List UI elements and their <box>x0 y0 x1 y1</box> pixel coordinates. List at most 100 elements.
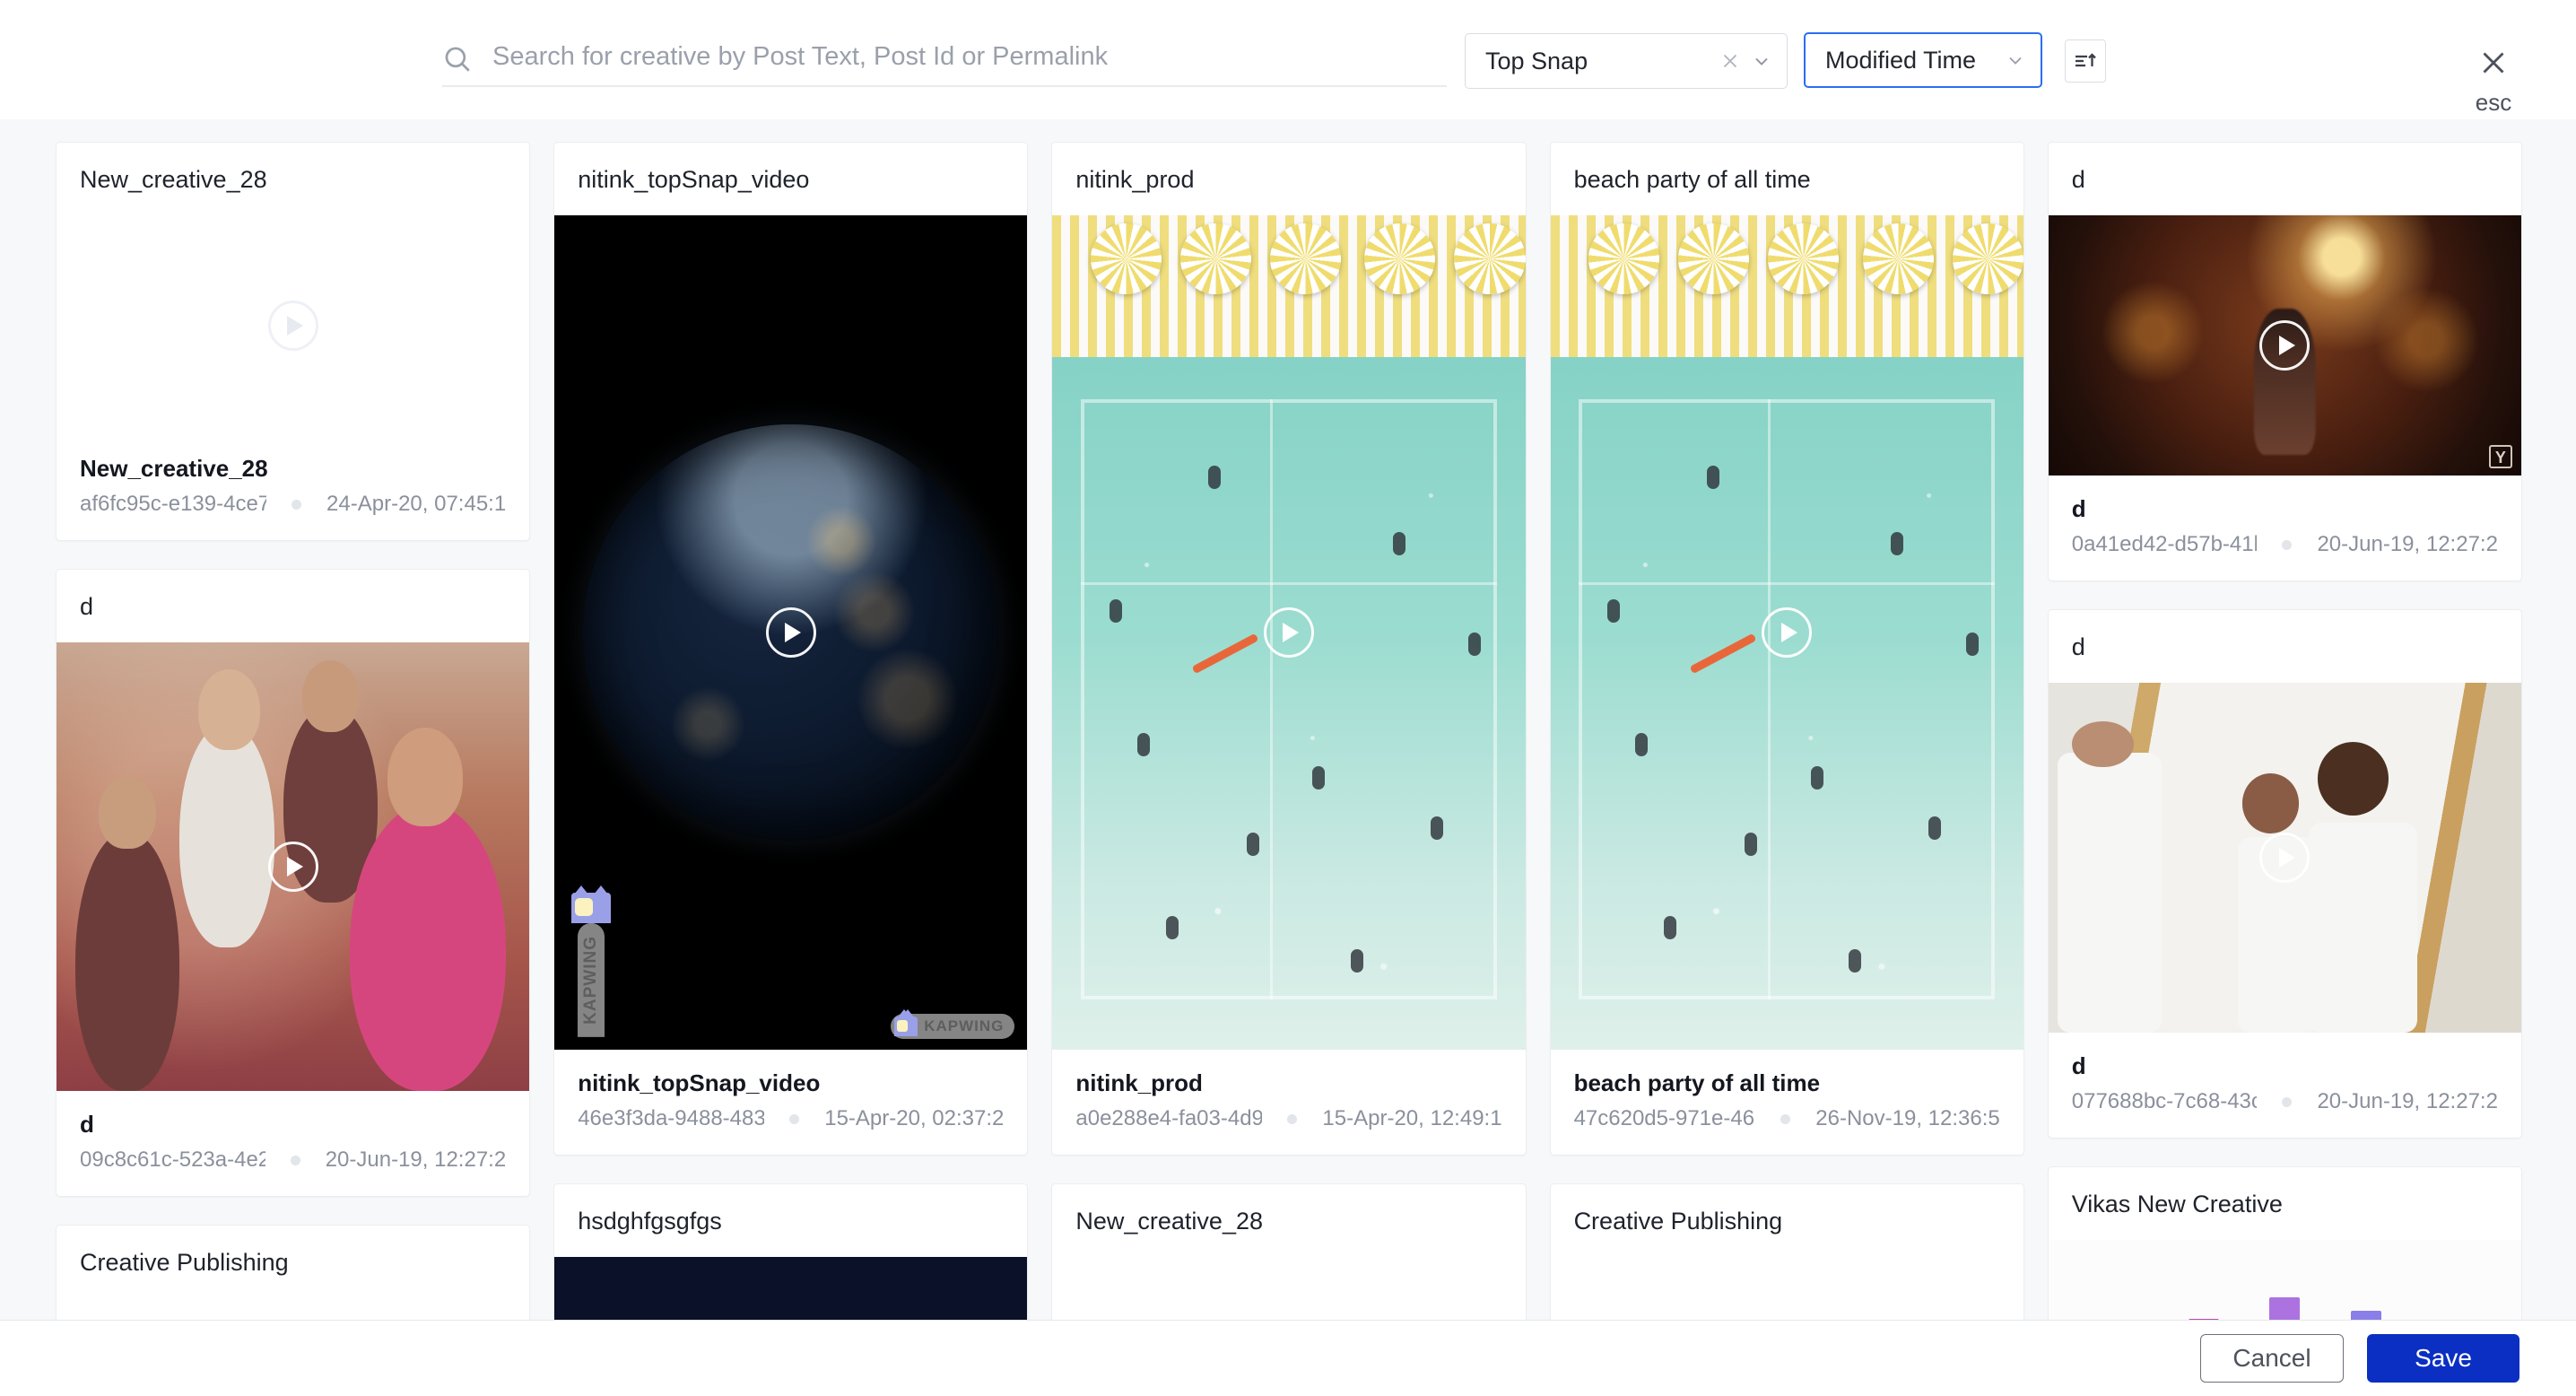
creative-id: 077688bc-7c68-43c2-af… <box>2071 1089 2258 1113</box>
close-icon <box>2477 47 2510 83</box>
creative-modified-date: 26-Nov-19, 12:36:5 <box>1815 1106 2000 1130</box>
creative-card-media[interactable] <box>57 642 530 1091</box>
creative-meta: 46e3f3da-9488-483a-81… 15-Apr-20, 02:37:2 <box>578 1106 1004 1131</box>
creative-modified-date: 20-Jun-19, 12:27:2 <box>2317 1089 2498 1113</box>
sort-field-select[interactable]: Modified Time <box>1804 32 2042 88</box>
creative-card-media[interactable]: Y <box>2048 215 2521 476</box>
dialog-footer: Cancel Save <box>0 1320 2576 1396</box>
creative-grid-area: New_creative_28 New_creative_28 af6fc95c-e… <box>0 119 2576 1320</box>
creative-title: New_creative_28 <box>80 455 268 482</box>
creative-card-footer: New_creative_28 af6fc95c-e139-4ce7-ad3… 24… <box>57 435 529 540</box>
creative-card-media[interactable] <box>57 215 530 435</box>
creative-title: beach party of all time <box>1573 1069 1821 1096</box>
creative-card[interactable]: nitink_prod nitink_prod a0e288e4-fa03-4d9a… <box>1051 142 1527 1156</box>
creative-card-header: d <box>80 593 94 620</box>
cancel-button[interactable]: Cancel <box>2200 1334 2344 1383</box>
creative-card-header: Vikas New Creative <box>2071 1191 2283 1217</box>
creative-card[interactable]: hsdghfgsgfgs <box>553 1183 1029 1320</box>
creative-modified-date: 15-Apr-20, 12:49:1 <box>1322 1106 1502 1130</box>
meta-separator-dot <box>290 1155 300 1165</box>
play-button[interactable] <box>267 842 318 892</box>
creative-title: d <box>2071 1052 2086 1079</box>
play-button[interactable] <box>267 300 318 351</box>
creative-card-media[interactable]: KAPWING KAPWING <box>554 215 1028 1050</box>
creative-card-header: d <box>2071 166 2085 193</box>
creative-id: 47c620d5-971e-4670-bb… <box>1573 1106 1756 1130</box>
creative-card-header: Creative Publishing <box>80 1249 289 1276</box>
creative-id: 0a41ed42-d57b-41bd-bd… <box>2071 532 2258 556</box>
creative-type-select[interactable]: Top Snap <box>1465 33 1788 89</box>
creative-card[interactable]: New_creative_28 <box>1051 1183 1527 1320</box>
creative-card-header: hsdghfgsgfgs <box>578 1208 722 1235</box>
kapwing-watermark-horizontal: KAPWING <box>891 1009 1015 1039</box>
creative-card[interactable]: New_creative_28 New_creative_28 af6fc95c-e… <box>56 142 531 541</box>
creative-card-media[interactable] <box>1052 215 1526 1050</box>
creative-modified-date: 24-Apr-20, 07:45:1 <box>326 492 507 516</box>
creative-meta: 077688bc-7c68-43c2-af… 20-Jun-19, 12:27:2 <box>2072 1089 2498 1114</box>
empty-thumbnail <box>1052 1257 1526 1320</box>
meta-separator-dot <box>789 1113 800 1124</box>
sort-field-value: Modified Time <box>1825 46 1977 74</box>
creative-card-media[interactable] <box>554 1257 1028 1320</box>
creative-card-media[interactable] <box>1550 215 2023 1050</box>
empty-thumbnail <box>1550 1257 2023 1320</box>
creative-card-media[interactable] <box>1550 1257 2023 1320</box>
creative-meta: 09c8c61c-523a-4e20-92… 20-Jun-19, 12:27:2 <box>80 1147 506 1173</box>
esc-label: esc <box>2475 89 2512 116</box>
creative-card-header: nitink_prod <box>1075 166 1195 193</box>
search-input[interactable] <box>492 41 1389 77</box>
clear-creative-type-icon[interactable] <box>1719 49 1742 73</box>
chevron-down-icon[interactable] <box>2005 49 2026 71</box>
creative-card[interactable]: nitink_topSnap_video KAPWING KAPWING nitink… <box>553 142 1029 1156</box>
creative-modified-date: 15-Apr-20, 02:37:2 <box>824 1106 1005 1130</box>
creative-card-header: Creative Publishing <box>1573 1208 1783 1235</box>
creative-title: d <box>80 1111 94 1138</box>
creative-card[interactable]: d d 077688bc-7c68-43c2-af… 20-Jun-19, 12:27… <box>2047 609 2522 1139</box>
chart-bar <box>2269 1297 2301 1320</box>
creative-card-footer: beach party of all time 47c620d5-971e-467… <box>1551 1050 2023 1155</box>
creative-card-grid: New_creative_28 New_creative_28 af6fc95c-e… <box>56 142 2522 1320</box>
creative-card[interactable]: beach party of all time beach party of al… <box>1549 142 2024 1156</box>
creative-title: d <box>2071 495 2086 522</box>
creative-card[interactable]: Creative Publishing <box>1549 1183 2024 1320</box>
creative-meta: af6fc95c-e139-4ce7-ad3… 24-Apr-20, 07:45:… <box>80 492 506 517</box>
chart-bar <box>2350 1311 2381 1320</box>
creative-id: a0e288e4-fa03-4d9a-aa1… <box>1075 1106 1263 1130</box>
meta-separator-dot <box>292 499 302 510</box>
play-button[interactable] <box>1263 607 1314 658</box>
creative-card[interactable]: Vikas New Creative <box>2047 1166 2522 1320</box>
creative-card-header: beach party of all time <box>1573 166 1811 193</box>
creative-title: nitink_topSnap_video <box>578 1069 821 1096</box>
play-button[interactable] <box>2259 320 2311 371</box>
sort-order-button[interactable] <box>2065 39 2106 83</box>
bar-chart-thumbnail <box>2048 1240 2521 1320</box>
creative-meta: 0a41ed42-d57b-41bd-bd… 20-Jun-19, 12:27:2 <box>2072 532 2498 557</box>
creative-card-header: New_creative_28 <box>1075 1208 1263 1235</box>
empty-thumbnail <box>57 1298 530 1320</box>
creative-card-media[interactable] <box>2048 683 2521 1033</box>
meta-separator-dot <box>2282 539 2293 550</box>
search-icon <box>442 44 473 74</box>
creative-card-media[interactable] <box>2048 1240 2521 1320</box>
creative-card-footer: d 0a41ed42-d57b-41bd-bd… 20-Jun-19, 12:27:… <box>2049 476 2521 580</box>
play-button[interactable] <box>1762 607 1813 658</box>
studio-logo-watermark: Y <box>2488 445 2512 468</box>
save-button[interactable]: Save <box>2367 1334 2519 1383</box>
creative-card-media[interactable] <box>1052 1257 1526 1320</box>
creative-card-footer: nitink_prod a0e288e4-fa03-4d9a-aa1… 15-Apr… <box>1052 1050 1525 1155</box>
creative-card[interactable]: d d 09c8c61c-523a-4e20-92… 20-Jun-19, 12:27… <box>56 569 531 1197</box>
play-button[interactable] <box>2259 833 2311 883</box>
play-button[interactable] <box>765 607 816 658</box>
chevron-down-icon[interactable] <box>1751 50 1772 72</box>
meta-separator-dot <box>1287 1113 1298 1124</box>
close-dialog-button[interactable]: esc <box>2461 47 2526 117</box>
creative-card-media[interactable] <box>57 1298 530 1320</box>
creative-meta: 47c620d5-971e-4670-bb… 26-Nov-19, 12:36:5 <box>1574 1106 2000 1131</box>
meta-separator-dot <box>2282 1096 2293 1107</box>
creative-card[interactable]: d Yd 0a41ed42-d57b-41bd-bd… 20-Jun-19, 12:2… <box>2047 142 2522 581</box>
creative-meta: a0e288e4-fa03-4d9a-aa1… 15-Apr-20, 12:49:… <box>1075 1106 1501 1131</box>
search-bar[interactable] <box>442 33 1447 87</box>
creative-card[interactable]: Creative Publishing <box>56 1225 531 1320</box>
creative-type-value: Top Snap <box>1485 47 1588 74</box>
creative-card-header: nitink_topSnap_video <box>578 166 810 193</box>
